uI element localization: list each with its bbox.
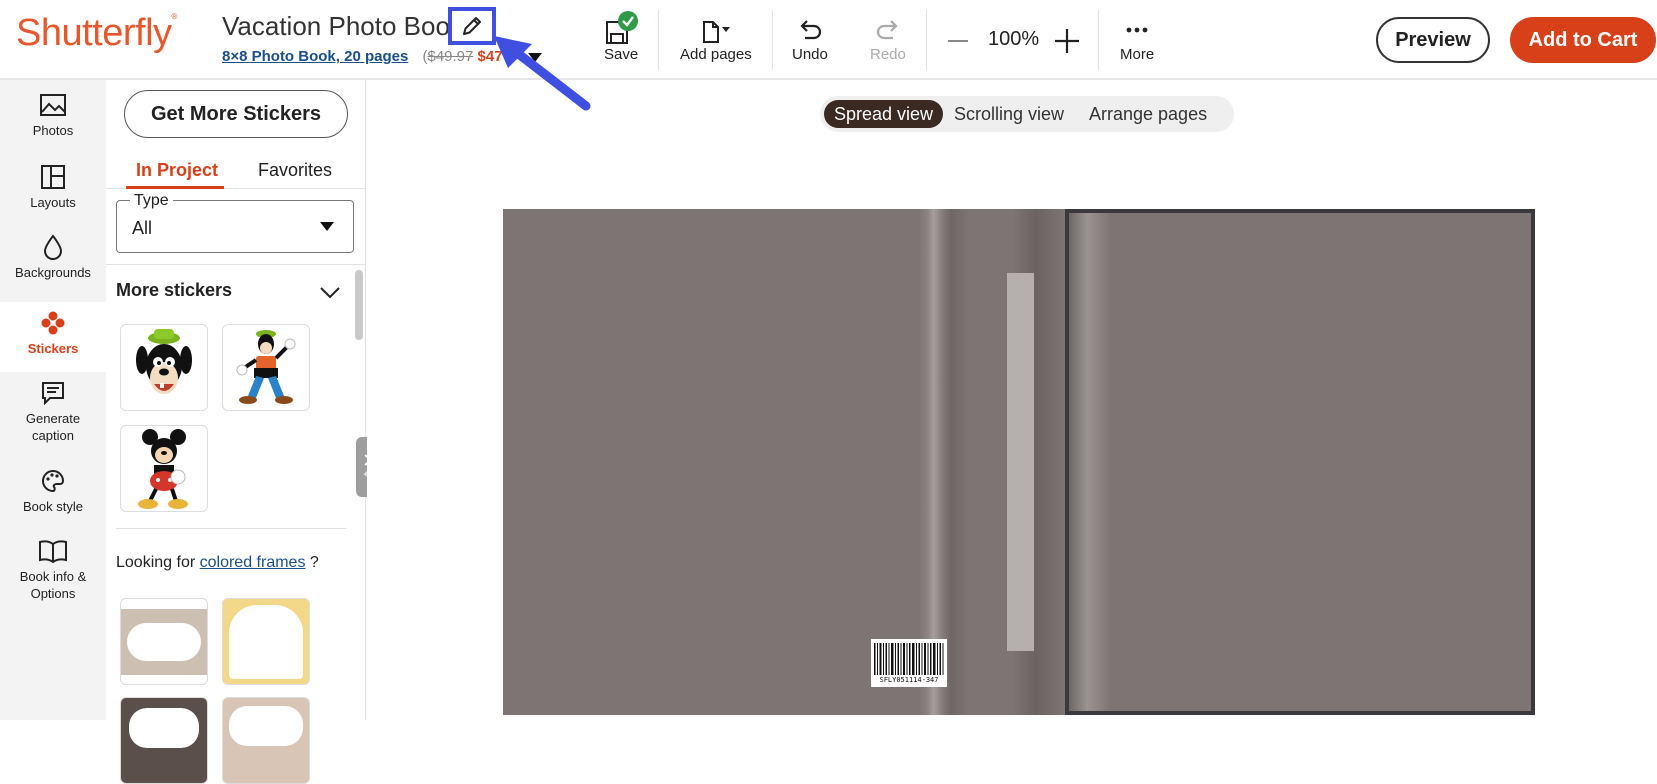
sticker-mickey[interactable] xyxy=(120,425,208,512)
sticker-icon xyxy=(41,311,65,335)
add-page-icon xyxy=(702,21,730,43)
goofy-head-sticker-icon xyxy=(136,328,192,394)
barcode-bars-icon xyxy=(874,643,944,675)
collapse-chevron-icon[interactable] xyxy=(318,280,342,304)
redo-button[interactable]: Redo xyxy=(870,16,906,63)
front-cover-selected[interactable] xyxy=(1065,209,1535,715)
frame-sticker-window xyxy=(129,708,199,748)
saved-check-icon xyxy=(618,11,639,31)
add-to-cart-button[interactable]: Add to Cart xyxy=(1510,17,1656,63)
frame-sticker[interactable] xyxy=(120,697,208,784)
preview-button[interactable]: Preview xyxy=(1376,17,1490,63)
stickers-panel: Get More Stickers In Project Favorites T… xyxy=(106,80,366,784)
toolbar-divider xyxy=(772,10,773,70)
tab-in-project[interactable]: In Project xyxy=(136,160,218,181)
rail-item-stickers[interactable]: Stickers xyxy=(0,302,106,372)
undo-button[interactable]: Undo xyxy=(792,16,828,63)
spine-text-box[interactable] xyxy=(1007,273,1034,651)
scrolling-view-option[interactable]: Scrolling view xyxy=(944,100,1074,128)
frame-sticker[interactable] xyxy=(120,598,208,685)
sticker-goofy-full[interactable] xyxy=(222,324,310,411)
frame-sticker-window xyxy=(229,706,303,746)
goofy-full-sticker-icon xyxy=(236,329,296,404)
more-stickers-heading[interactable]: More stickers xyxy=(116,280,232,301)
section-divider xyxy=(116,528,346,529)
rail-item-layouts[interactable]: Layouts xyxy=(0,160,106,224)
colored-frames-prompt: Looking for colored frames ? xyxy=(116,554,319,571)
product-link[interactable]: 8×8 Photo Book, 20 pages xyxy=(222,48,408,65)
more-button[interactable]: More xyxy=(1120,16,1154,63)
type-select-label: Type xyxy=(130,192,173,210)
original-price: $49.97 xyxy=(427,48,474,65)
shutterfly-logo[interactable]: Shutterfly® xyxy=(16,12,177,55)
top-toolbar: Shutterfly® Vacation Photo Book 8×8 Phot… xyxy=(0,0,1657,80)
chevron-down-icon xyxy=(320,222,334,231)
panel-scrollbar[interactable] xyxy=(355,270,363,340)
toolbar-divider xyxy=(1098,10,1099,70)
frame-sticker-window xyxy=(127,623,201,661)
drop-icon xyxy=(43,234,63,260)
left-nav-rail: Photos Layouts Backgrounds Stickers Gene… xyxy=(0,80,106,720)
tab-favorites[interactable]: Favorites xyxy=(258,160,332,181)
rail-item-book-info[interactable]: Book info & Options xyxy=(0,534,106,614)
rail-item-generate-caption[interactable]: Generate caption xyxy=(0,376,106,452)
zoom-in-button[interactable] xyxy=(1052,26,1082,56)
toolbar-divider xyxy=(926,10,927,70)
project-title[interactable]: Vacation Photo Book xyxy=(222,11,463,42)
sticker-goofy-head[interactable] xyxy=(120,324,208,411)
caption-icon xyxy=(42,382,64,406)
type-select-value: All xyxy=(132,218,153,238)
get-more-stickers-button[interactable]: Get More Stickers xyxy=(124,90,348,138)
barcode: SFLY051114-347 xyxy=(871,639,947,687)
view-mode-toggle: Spread view Scrolling view Arrange pages xyxy=(820,96,1234,132)
palette-icon xyxy=(42,469,65,493)
annotation-arrow-icon xyxy=(494,36,591,111)
frame-sticker-window xyxy=(229,605,303,679)
spread-view-option[interactable]: Spread view xyxy=(824,100,944,128)
section-divider xyxy=(106,264,366,265)
zoom-level: 100% xyxy=(988,28,1040,50)
add-pages-button[interactable]: Add pages xyxy=(680,16,752,63)
toolbar-divider xyxy=(658,10,659,70)
rail-item-book-style[interactable]: Book style xyxy=(0,464,106,530)
image-icon xyxy=(40,94,66,116)
book-icon xyxy=(39,540,67,564)
undo-icon xyxy=(800,20,822,40)
redo-icon xyxy=(876,20,898,40)
frame-sticker[interactable] xyxy=(222,598,310,685)
book-canvas: Spread view Scrolling view Arrange pages… xyxy=(367,80,1657,720)
mickey-sticker-icon xyxy=(138,428,188,509)
save-button[interactable]: Save xyxy=(604,11,638,63)
arrange-pages-option[interactable]: Arrange pages xyxy=(1079,100,1217,128)
pencil-icon xyxy=(463,17,481,35)
more-dots-icon xyxy=(1126,27,1148,33)
active-tab-indicator xyxy=(126,186,224,189)
zoom-out-button[interactable] xyxy=(946,26,970,56)
back-cover[interactable]: SFLY051114-347 xyxy=(503,209,1065,715)
rail-item-backgrounds[interactable]: Backgrounds xyxy=(0,230,106,296)
barcode-number: SFLY051114-347 xyxy=(879,676,939,684)
layout-icon xyxy=(41,165,65,189)
rail-item-photos[interactable]: Photos xyxy=(0,88,106,152)
frame-sticker[interactable] xyxy=(222,697,310,784)
colored-frames-link[interactable]: colored frames xyxy=(200,554,306,571)
